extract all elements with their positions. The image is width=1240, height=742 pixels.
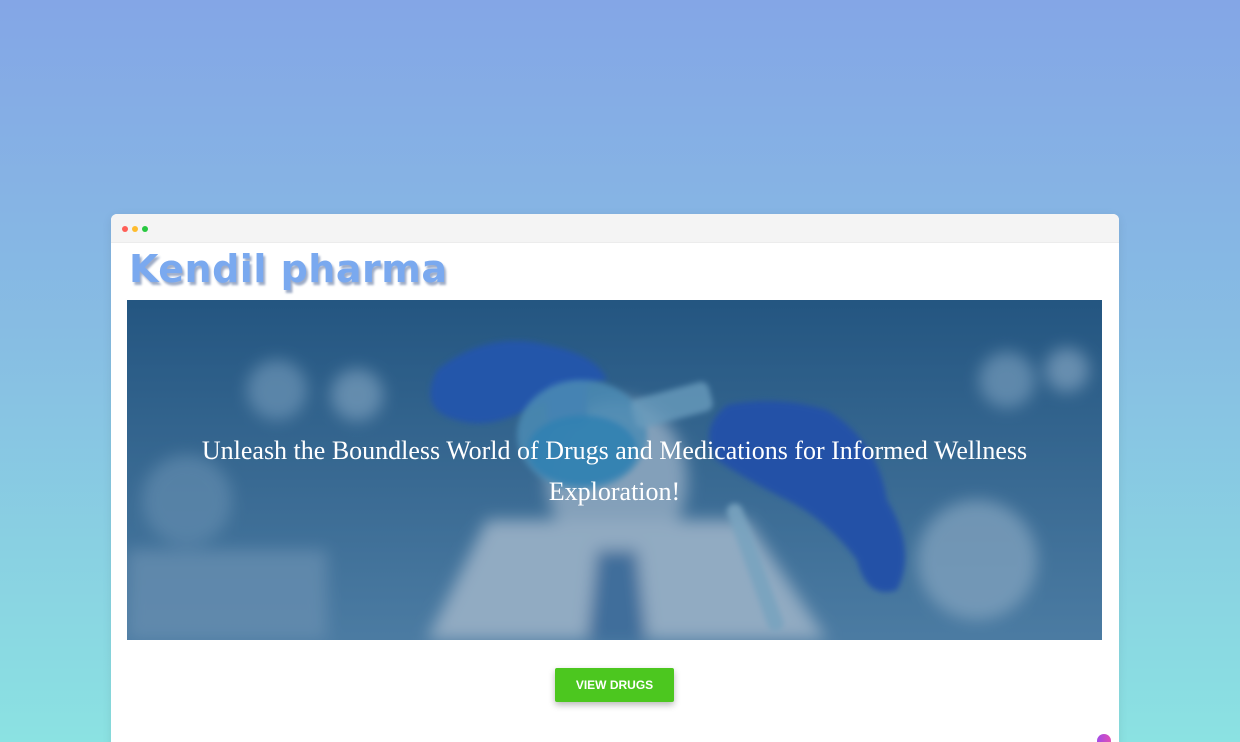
window-titlebar — [111, 214, 1119, 243]
hero-headline: Unleash the Boundless World of Drugs and… — [201, 436, 1028, 506]
maximize-dot-icon[interactable] — [142, 226, 148, 232]
brand-logo[interactable]: Kendil pharma — [129, 250, 447, 288]
view-drugs-button[interactable]: VIEW DRUGS — [555, 668, 674, 702]
browser-window: Kendil pharma Unleash the Boundless Worl… — [111, 214, 1119, 742]
minimize-dot-icon[interactable] — [132, 226, 138, 232]
hero-banner: Unleash the Boundless World of Drugs and… — [127, 300, 1102, 640]
corner-badge-icon[interactable] — [1097, 734, 1111, 742]
close-dot-icon[interactable] — [122, 226, 128, 232]
window-controls — [122, 226, 148, 232]
